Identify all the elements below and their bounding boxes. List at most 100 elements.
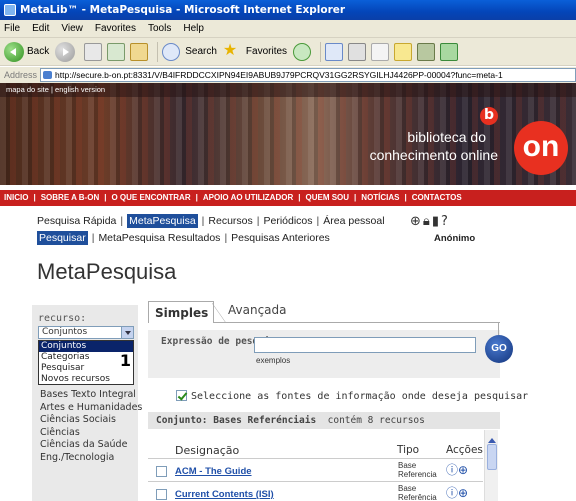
- row-actions: ⓘ⊕: [446, 484, 468, 501]
- tab-area-pessoal[interactable]: Área pessoal: [323, 215, 384, 227]
- conjunto-count: contém 8 recursos: [327, 415, 425, 426]
- address-label: Address: [4, 70, 38, 80]
- column-header-designacao: Designação: [175, 444, 240, 457]
- search-button[interactable]: Search: [162, 42, 217, 61]
- tab-pesquisas-anteriores[interactable]: Pesquisas Anteriores: [231, 232, 330, 244]
- menu-view[interactable]: View: [61, 23, 83, 34]
- menu-favorites[interactable]: Favorites: [95, 23, 136, 34]
- subnav-secondary: Pesquisar | MetaPesquisa Resultados | Pesqui…: [37, 231, 330, 245]
- globe-icon[interactable]: ⊕: [410, 214, 423, 229]
- row-checkbox[interactable]: [156, 489, 167, 500]
- back-button[interactable]: Back: [4, 41, 49, 62]
- row-actions: ⓘ⊕: [446, 461, 468, 478]
- nav-noticias[interactable]: NOTÍCIAS: [361, 193, 399, 202]
- nav-contactos[interactable]: CONTACTOS: [412, 193, 462, 202]
- history-icon[interactable]: [293, 42, 312, 61]
- home-icon[interactable]: [130, 42, 149, 61]
- column-header-tipo: Tipo: [397, 444, 420, 456]
- add-icon[interactable]: ⊕: [458, 463, 468, 477]
- category-item[interactable]: Ciências da Saúde: [40, 439, 142, 452]
- forward-arrow-icon: [55, 41, 76, 62]
- table-scrollbar[interactable]: [484, 430, 498, 501]
- nav-sobre[interactable]: SOBRE A B-ON: [41, 193, 100, 202]
- recurso-select[interactable]: Conjuntos: [38, 326, 134, 339]
- nav-inicio[interactable]: INICIO: [4, 193, 28, 202]
- category-item[interactable]: Eng./Tecnologia: [40, 452, 142, 465]
- go-button[interactable]: GO: [485, 335, 513, 363]
- search-icon: [162, 42, 181, 61]
- basket-icon[interactable]: ▮: [432, 214, 441, 229]
- category-list: Bases Texto Integral Artes e Humanidades…: [40, 389, 142, 464]
- chevron-down-icon[interactable]: [121, 327, 133, 338]
- window-titlebar: MetaLib™ - MetaPesquisa - Microsoft Inte…: [0, 0, 576, 20]
- refresh-icon[interactable]: [107, 42, 126, 61]
- menu-tools[interactable]: Tools: [148, 23, 171, 34]
- research-icon[interactable]: [417, 42, 436, 61]
- category-item[interactable]: Bases Texto Integral: [40, 389, 142, 402]
- main-nav: INICIO | SOBRE A B-ON | O QUE ENCONTRAR | APOI…: [0, 190, 576, 206]
- nav-apoio[interactable]: APOIO AO UTILIZADOR: [203, 193, 293, 202]
- site-links[interactable]: mapa do site | english version: [6, 85, 105, 94]
- logo-b-badge: b: [480, 107, 498, 125]
- stop-icon[interactable]: [84, 42, 103, 61]
- option-novos-recursos[interactable]: Novos recursos: [39, 374, 133, 385]
- resource-link[interactable]: Current Contents (ISI): [175, 489, 274, 500]
- tab-simples[interactable]: Simples: [148, 301, 214, 323]
- tab-avancada[interactable]: Avançada: [228, 303, 287, 317]
- info-icon[interactable]: ⓘ: [446, 486, 458, 500]
- menu-edit[interactable]: Edit: [32, 23, 49, 34]
- menu-help[interactable]: Help: [183, 23, 204, 34]
- menu-bar: File Edit View Favorites Tools Help: [0, 20, 576, 38]
- search-input[interactable]: [254, 337, 476, 353]
- conjunto-name: Bases Referénciais: [213, 415, 317, 426]
- fontes-row: Seleccione as fontes de informação onde …: [176, 390, 528, 402]
- scroll-up-icon[interactable]: [487, 432, 497, 443]
- address-input[interactable]: http://secure.b-on.pt:8331/V/B4IFRDDCCXI…: [40, 68, 576, 82]
- ie-app-icon: [4, 4, 16, 16]
- mouse-cursor-icon: 1: [119, 351, 131, 370]
- menu-file[interactable]: File: [4, 23, 20, 34]
- resource-type-line1: Base: [398, 484, 417, 493]
- folder-icon[interactable]: [394, 42, 413, 61]
- help-icon[interactable]: ?: [441, 214, 450, 229]
- resource-type: Base Referência: [398, 484, 437, 501]
- row-checkbox[interactable]: [156, 466, 167, 477]
- scroll-thumb[interactable]: [487, 444, 497, 470]
- recurso-label: recurso:: [38, 313, 87, 324]
- resource-type-line2: Referencia: [398, 470, 437, 479]
- logo-on-badge: on: [514, 121, 568, 175]
- page-title: MetaPesquisa: [37, 259, 177, 284]
- category-item[interactable]: Ciências: [40, 427, 142, 440]
- exemplos-link[interactable]: exemplos: [256, 356, 290, 365]
- toolbar-separator: [157, 41, 159, 62]
- tab-periodicos[interactable]: Periódicos: [264, 215, 313, 227]
- nav-o-que-encontrar[interactable]: O QUE ENCONTRAR: [111, 193, 190, 202]
- favorites-label: Favorites: [245, 46, 288, 57]
- tab-divider: [212, 303, 226, 323]
- info-icon[interactable]: ⓘ: [446, 463, 458, 477]
- resource-type-line1: Base: [398, 461, 417, 470]
- resource-type-line2: Referência: [398, 493, 437, 501]
- category-item[interactable]: Ciências Sociais: [40, 414, 142, 427]
- add-icon[interactable]: ⊕: [458, 486, 468, 500]
- tab-resultados[interactable]: MetaPesquisa Resultados: [98, 232, 220, 244]
- toolbar-separator: [320, 41, 322, 62]
- go-connector-line: [498, 322, 499, 335]
- print-icon[interactable]: [348, 42, 367, 61]
- tab-metapesquisa[interactable]: MetaPesquisa: [127, 214, 198, 228]
- messenger-icon[interactable]: [440, 42, 459, 61]
- mail-icon[interactable]: [325, 42, 344, 61]
- tab-pesquisa-rapida[interactable]: Pesquisa Rápida: [37, 215, 116, 227]
- conjunto-prefix: Conjunto:: [156, 415, 208, 426]
- fontes-checkbox[interactable]: [176, 390, 187, 401]
- column-header-accoes: Acções: [446, 444, 483, 456]
- resource-link[interactable]: ACM - The Guide: [175, 466, 252, 477]
- favorites-button[interactable]: ★ Favorites: [223, 42, 288, 61]
- edit-icon[interactable]: [371, 42, 390, 61]
- nav-quem-sou[interactable]: QUEM SOU: [305, 193, 349, 202]
- lock-icon[interactable]: 🔒︎: [423, 214, 432, 229]
- tab-recursos[interactable]: Recursos: [208, 215, 252, 227]
- tab-pesquisar[interactable]: Pesquisar: [37, 231, 88, 245]
- forward-button[interactable]: [55, 41, 78, 62]
- category-item[interactable]: Artes e Humanidades: [40, 402, 142, 415]
